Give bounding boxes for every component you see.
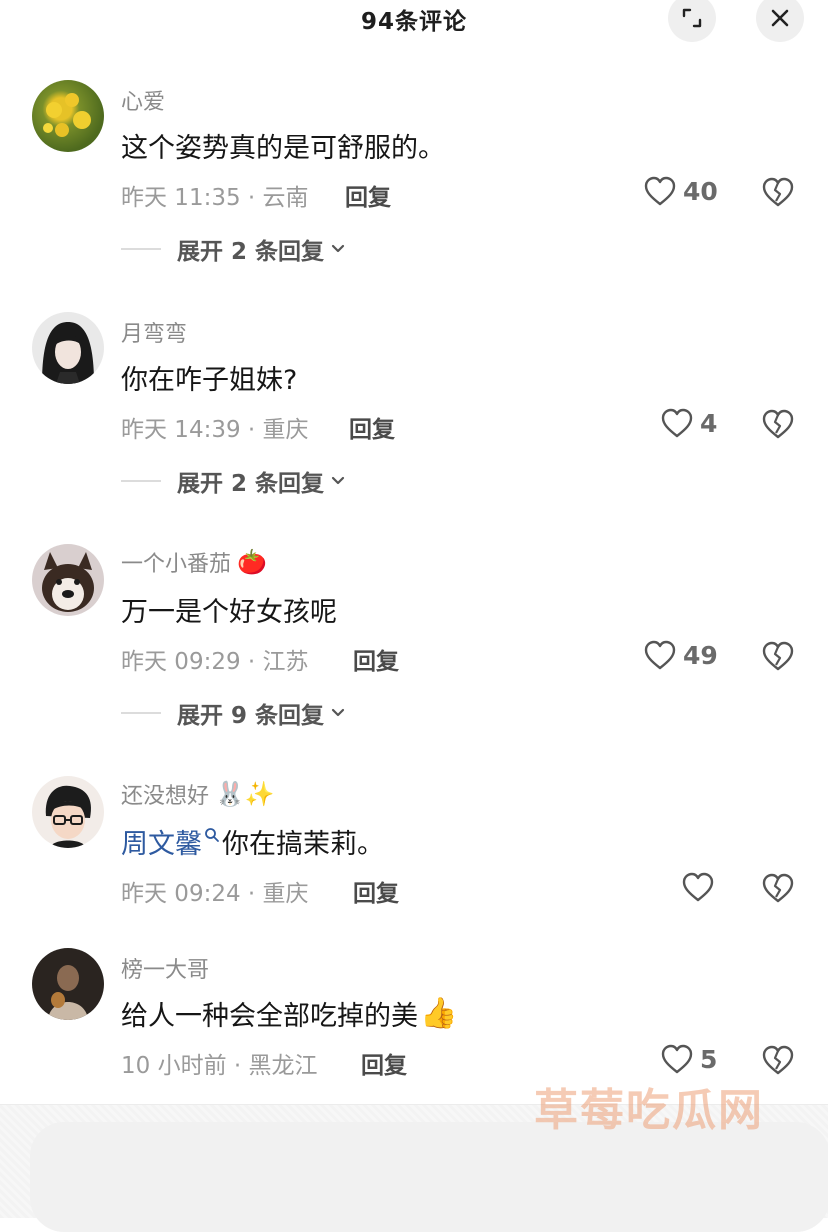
like-count: 40	[683, 176, 718, 206]
dislike-button[interactable]	[761, 408, 795, 440]
comment-text: 万一是个好女孩呢	[121, 597, 337, 628]
comment-meta: 昨天 11:35 · 云南	[121, 185, 309, 211]
reply-button[interactable]: 回复	[349, 410, 395, 444]
comment-meta: 昨天 09:29 · 江苏	[121, 649, 309, 675]
reply-button[interactable]: 回复	[353, 874, 399, 908]
like-count: 5	[700, 1044, 718, 1074]
avatar[interactable]	[32, 312, 104, 384]
broken-heart-icon	[762, 409, 794, 439]
like-button[interactable]: 5	[660, 1043, 717, 1075]
expand-replies[interactable]: 展开 2 条回复	[121, 464, 348, 498]
reply-button[interactable]: 回复	[345, 178, 391, 212]
expand-replies-label: 展开 2 条回复	[177, 239, 325, 265]
thumbs-up-emoji: 👍	[420, 996, 458, 1031]
comment-body: 给人一种会全部吃掉的美	[121, 1001, 418, 1032]
chevron-down-icon	[331, 708, 345, 717]
comment-text: 周文馨 你在搞茉莉。	[121, 822, 384, 861]
comment-username[interactable]: 榜一大哥	[121, 952, 209, 984]
expand-icon	[682, 8, 702, 28]
like-button[interactable]: 49	[643, 639, 718, 671]
heart-icon	[644, 640, 676, 670]
chevron-down-icon	[331, 244, 345, 253]
comments-header: 94条评论	[0, 0, 828, 42]
divider-line	[121, 248, 161, 250]
watermark: 草莓吃瓜网	[534, 1085, 764, 1136]
chevron-down-icon	[331, 476, 345, 485]
like-count: 49	[683, 640, 718, 670]
comment-username[interactable]: 心爱	[121, 84, 165, 116]
search-icon	[205, 827, 219, 842]
heart-icon	[682, 872, 714, 902]
tomato-emoji: 🍅	[237, 548, 267, 576]
comment-body: 你在搞茉莉。	[222, 829, 384, 860]
expand-replies-label: 展开 2 条回复	[177, 471, 325, 497]
comment-meta: 昨天 14:39 · 重庆	[121, 417, 309, 443]
comment-text: 你在咋子姐妹?	[121, 365, 298, 396]
avatar[interactable]	[32, 776, 104, 848]
divider-line	[121, 712, 161, 714]
comment-username[interactable]: 月弯弯	[121, 316, 187, 348]
broken-heart-icon	[762, 873, 794, 903]
dislike-button[interactable]	[761, 640, 795, 672]
comment-input[interactable]	[30, 1122, 828, 1232]
divider-line	[121, 480, 161, 482]
comment-meta: 10 小时前 · 黑龙江	[121, 1053, 318, 1079]
mention-link[interactable]: 周文馨	[121, 822, 202, 861]
dislike-button[interactable]	[761, 1044, 795, 1076]
comment-username[interactable]: 一个小番茄 🍅	[121, 546, 267, 578]
broken-heart-icon	[762, 177, 794, 207]
expand-replies-label: 展开 9 条回复	[177, 703, 325, 729]
broken-heart-icon	[762, 641, 794, 671]
dislike-button[interactable]	[761, 872, 795, 904]
like-button[interactable]: 4	[660, 407, 717, 439]
comment-text: 给人一种会全部吃掉的美 👍	[121, 994, 457, 1033]
reply-button[interactable]: 回复	[353, 642, 399, 676]
avatar[interactable]	[32, 544, 104, 616]
close-icon	[771, 9, 789, 27]
heart-icon	[644, 176, 676, 206]
rabbit-sparkle-emoji: 🐰✨	[215, 780, 275, 808]
comment-text: 这个姿势真的是可舒服的。	[121, 133, 445, 164]
expand-replies[interactable]: 展开 9 条回复	[121, 696, 348, 730]
dislike-button[interactable]	[761, 176, 795, 208]
like-count: 4	[700, 408, 718, 438]
avatar[interactable]	[32, 948, 104, 1020]
like-button[interactable]	[681, 871, 721, 903]
reply-button[interactable]: 回复	[361, 1046, 407, 1080]
broken-heart-icon	[762, 1045, 794, 1075]
heart-icon	[661, 1044, 693, 1074]
avatar[interactable]	[32, 80, 104, 152]
like-button[interactable]: 40	[643, 175, 718, 207]
expand-replies[interactable]: 展开 2 条回复	[121, 232, 348, 266]
comment-meta: 昨天 09:24 · 重庆	[121, 881, 309, 907]
comment-username[interactable]: 还没想好 🐰✨	[121, 778, 275, 810]
heart-icon	[661, 408, 693, 438]
